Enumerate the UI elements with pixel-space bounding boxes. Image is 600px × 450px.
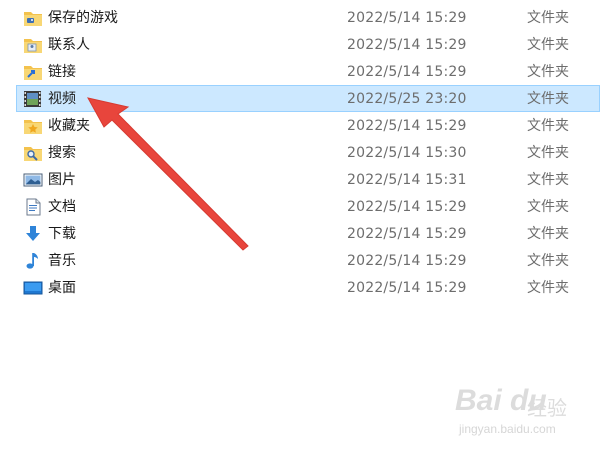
file-type: 文件夹 — [527, 91, 569, 107]
file-date: 2022/5/14 15:29 — [347, 64, 467, 80]
baidu-jingyan-watermark: Bai du 经验 jingyan.baidu.com — [455, 384, 595, 440]
file-name: 视频 — [48, 91, 76, 107]
videos-icon — [23, 90, 43, 108]
file-date: 2022/5/14 15:29 — [347, 253, 467, 269]
file-date: 2022/5/14 15:29 — [347, 10, 467, 26]
file-name: 收藏夹 — [48, 118, 90, 134]
file-row-pictures[interactable]: 图片 2022/5/14 15:31 文件夹 — [16, 166, 600, 193]
file-name: 保存的游戏 — [48, 10, 118, 26]
file-date: 2022/5/25 23:20 — [347, 91, 467, 107]
file-name: 链接 — [48, 64, 76, 80]
file-date: 2022/5/14 15:31 — [347, 172, 467, 188]
pictures-icon — [23, 171, 43, 189]
documents-icon — [23, 198, 43, 216]
links-icon — [23, 63, 43, 81]
file-date: 2022/5/14 15:29 — [347, 118, 467, 134]
file-row-desktop[interactable]: 桌面 2022/5/14 15:29 文件夹 — [16, 274, 600, 301]
file-type: 文件夹 — [527, 37, 569, 53]
file-type: 文件夹 — [527, 64, 569, 80]
file-list: 保存的游戏 2022/5/14 15:29 文件夹 联系人 2022/5/14 … — [16, 4, 600, 301]
file-type: 文件夹 — [527, 172, 569, 188]
file-row-searches[interactable]: 搜索 2022/5/14 15:30 文件夹 — [16, 139, 600, 166]
file-row-links[interactable]: 链接 2022/5/14 15:29 文件夹 — [16, 58, 600, 85]
desktop-icon — [23, 279, 43, 297]
file-type: 文件夹 — [527, 253, 569, 269]
file-row-contacts[interactable]: 联系人 2022/5/14 15:29 文件夹 — [16, 31, 600, 58]
file-name: 桌面 — [48, 280, 76, 296]
saved-games-icon — [23, 9, 43, 27]
file-type: 文件夹 — [527, 199, 569, 215]
file-name: 下载 — [48, 226, 76, 242]
downloads-icon — [23, 225, 43, 243]
file-date: 2022/5/14 15:29 — [347, 37, 467, 53]
favorites-icon — [23, 117, 43, 135]
file-row-downloads[interactable]: 下载 2022/5/14 15:29 文件夹 — [16, 220, 600, 247]
file-explorer-window: 保存的游戏 2022/5/14 15:29 文件夹 联系人 2022/5/14 … — [0, 0, 600, 450]
watermark-jingyan: 经验 — [527, 396, 567, 420]
file-name: 搜索 — [48, 145, 76, 161]
file-row-music[interactable]: 音乐 2022/5/14 15:29 文件夹 — [16, 247, 600, 274]
file-row-saved-games[interactable]: 保存的游戏 2022/5/14 15:29 文件夹 — [16, 4, 600, 31]
file-row-documents[interactable]: 文档 2022/5/14 15:29 文件夹 — [16, 193, 600, 220]
watermark-url: jingyan.baidu.com — [459, 422, 556, 436]
file-type: 文件夹 — [527, 226, 569, 242]
file-row-favorites[interactable]: 收藏夹 2022/5/14 15:29 文件夹 — [16, 112, 600, 139]
music-icon — [23, 252, 43, 270]
file-name: 图片 — [48, 172, 76, 188]
contacts-icon — [23, 36, 43, 54]
file-date: 2022/5/14 15:30 — [347, 145, 467, 161]
file-row-videos[interactable]: 视频 2022/5/25 23:20 文件夹 — [16, 85, 600, 112]
file-name: 文档 — [48, 199, 76, 215]
file-date: 2022/5/14 15:29 — [347, 199, 467, 215]
file-name: 联系人 — [48, 37, 90, 53]
file-type: 文件夹 — [527, 280, 569, 296]
searches-icon — [23, 144, 43, 162]
file-type: 文件夹 — [527, 145, 569, 161]
file-name: 音乐 — [48, 253, 76, 269]
file-date: 2022/5/14 15:29 — [347, 226, 467, 242]
file-date: 2022/5/14 15:29 — [347, 280, 467, 296]
file-type: 文件夹 — [527, 118, 569, 134]
file-type: 文件夹 — [527, 10, 569, 26]
